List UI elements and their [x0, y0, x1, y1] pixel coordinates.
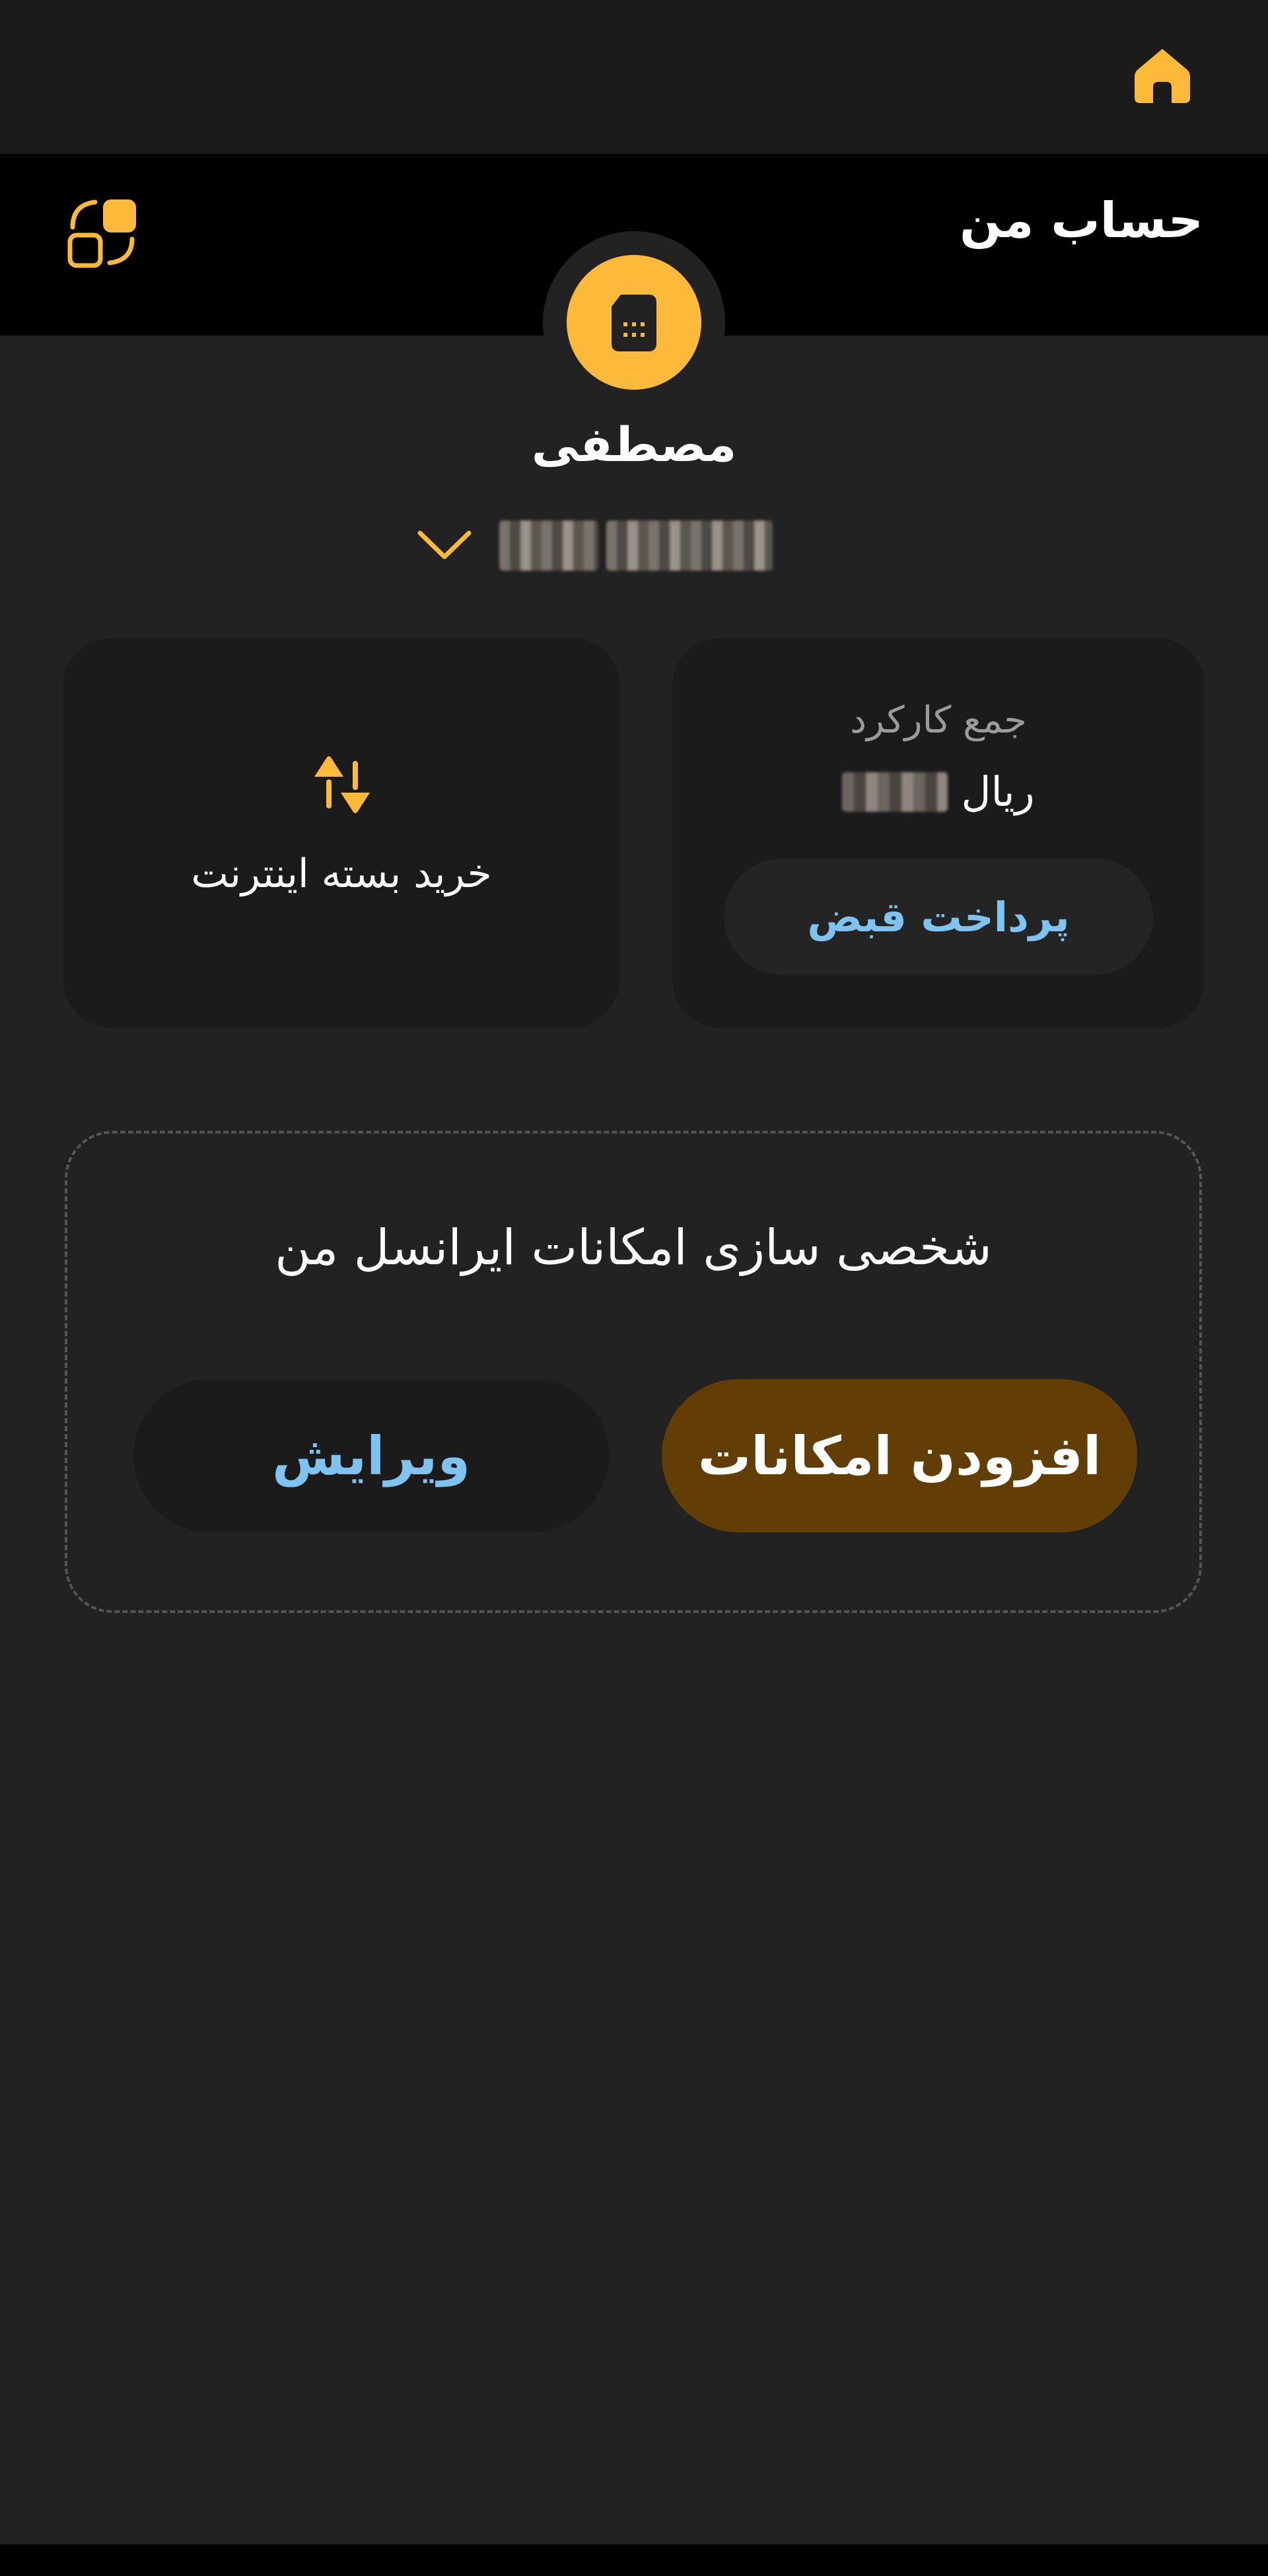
phone-number-redacted [499, 520, 773, 571]
system-nav-bar [0, 2544, 1268, 2576]
home-icon[interactable] [1131, 44, 1194, 107]
chevron-down-icon[interactable] [416, 525, 473, 565]
currency-label: ریال [961, 768, 1035, 816]
buy-internet-card[interactable]: خرید بسته اینترنت [63, 638, 619, 1028]
usage-card: جمع کارکرد ریال پرداخت قبض [672, 638, 1205, 1028]
usage-label: جمع کارکرد [850, 699, 1027, 742]
buy-internet-label: خرید بسته اینترنت [191, 851, 492, 897]
customize-title: شخصی سازی امکانات ایرانسل من [275, 1219, 992, 1276]
user-name: مصطفی [531, 417, 737, 472]
add-features-button[interactable]: افزودن امکانات [662, 1379, 1137, 1532]
top-bar [0, 0, 1268, 154]
usage-amount: ریال [672, 768, 1205, 816]
data-transfer-icon [314, 756, 370, 813]
page-title: حساب من [960, 192, 1203, 249]
edit-button[interactable]: ویرایش [133, 1379, 609, 1532]
customize-section: شخصی سازی امکانات ایرانسل من افزودن امکا… [65, 1131, 1202, 1613]
sim-card-icon [612, 295, 656, 351]
avatar[interactable] [567, 255, 701, 390]
apps-icon[interactable] [66, 196, 140, 269]
pay-bill-button[interactable]: پرداخت قبض [724, 859, 1153, 975]
amount-redacted [842, 771, 948, 812]
